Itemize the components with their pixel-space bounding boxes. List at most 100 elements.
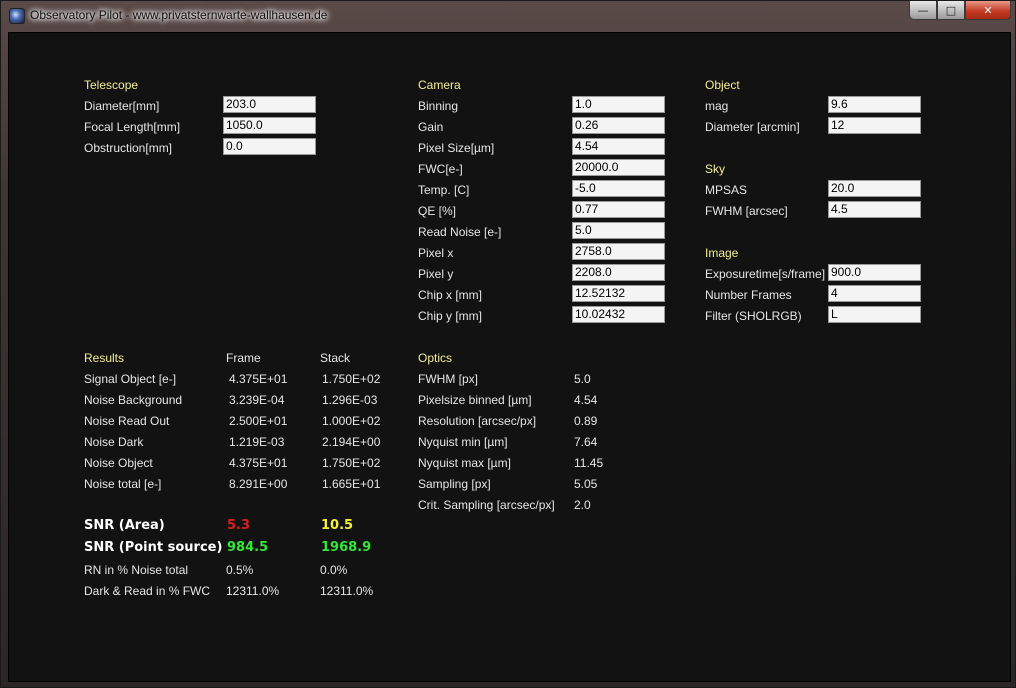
- obstruction-label: Obstruction[mm]: [84, 141, 173, 155]
- optics-value: 7.64: [574, 435, 598, 449]
- filter-input[interactable]: L: [828, 306, 921, 323]
- result-stack-value: 1.665E+01: [322, 477, 381, 491]
- result-stack-value: 2.194E+00: [322, 435, 381, 449]
- maximize-button[interactable]: □: [937, 1, 965, 20]
- snr-point-label: SNR (Point source): [84, 540, 223, 555]
- result-frame-value: 8.291E+00: [229, 477, 288, 491]
- result-frame-value: 2.500E+01: [229, 414, 288, 428]
- result-frame-value: 4.375E+01: [229, 372, 288, 386]
- number-frames-input[interactable]: 4: [828, 285, 921, 302]
- temp-label: Temp. [C]: [418, 183, 470, 197]
- main-panel: Telescope Diameter[mm] 203.0 Focal Lengt…: [8, 32, 1011, 682]
- mag-label: mag: [705, 99, 729, 113]
- snr-area-label: SNR (Area): [84, 518, 165, 533]
- read-noise-label: Read Noise [e-]: [418, 225, 502, 239]
- fwc-input[interactable]: 20000.0: [572, 159, 665, 176]
- diameter-label: Diameter[mm]: [84, 99, 160, 113]
- title-bar[interactable]: Observatory Pilot - www.privatsternwarte…: [1, 1, 1016, 31]
- telescope-app-icon[interactable]: [9, 8, 25, 24]
- snr-area-stack-value: 10.5: [321, 518, 354, 533]
- dark-read-fwc-frame-value: 12311.0%: [226, 584, 280, 598]
- window-controls: — □ ✕: [909, 1, 1011, 20]
- chip-y-input[interactable]: 10.02432: [572, 306, 665, 323]
- optics-label: Resolution [arcsec/px]: [418, 414, 537, 428]
- snr-point-frame-value: 984.5: [227, 540, 269, 555]
- optics-label: Nyquist min [µm]: [418, 435, 508, 449]
- optics-value: 4.54: [574, 393, 598, 407]
- mpsas-input[interactable]: 20.0: [828, 180, 921, 197]
- result-stack-value: 1.750E+02: [322, 372, 381, 386]
- optics-value: 5.05: [574, 477, 598, 491]
- binning-input[interactable]: 1.0: [572, 96, 665, 113]
- seeing-fwhm-label: FWHM [arcsec]: [705, 204, 788, 218]
- result-frame-value: 1.219E-03: [229, 435, 285, 449]
- optics-value: 11.45: [574, 456, 604, 470]
- frame-column-header: Frame: [226, 351, 261, 365]
- result-label: Noise Background: [84, 393, 183, 407]
- filter-label: Filter (SHOLRGB): [705, 309, 802, 323]
- pixel-y-label: Pixel y: [418, 267, 454, 281]
- rn-percent-label: RN in % Noise total: [84, 563, 189, 577]
- gain-label: Gain: [418, 120, 444, 134]
- sky-header: Sky: [705, 162, 726, 176]
- snr-area-frame-value: 5.3: [227, 518, 251, 533]
- read-noise-input[interactable]: 5.0: [572, 222, 665, 239]
- optics-value: 0.89: [574, 414, 598, 428]
- result-frame-value: 3.239E-04: [229, 393, 285, 407]
- temp-input[interactable]: -5.0: [572, 180, 665, 197]
- exposuretime-input[interactable]: 900.0: [828, 264, 921, 281]
- number-frames-label: Number Frames: [705, 288, 792, 302]
- diameter-input[interactable]: 203.0: [223, 96, 316, 113]
- dark-read-fwc-label: Dark & Read in % FWC: [84, 584, 211, 598]
- object-header: Object: [705, 78, 740, 92]
- pixel-y-input[interactable]: 2208.0: [572, 264, 665, 281]
- optics-value: 5.0: [574, 372, 591, 386]
- optics-label: Sampling [px]: [418, 477, 491, 491]
- mag-input[interactable]: 9.6: [828, 96, 921, 113]
- rn-percent-frame-value: 0.5%: [226, 563, 254, 577]
- chip-x-label: Chip x [mm]: [418, 288, 483, 302]
- minimize-button[interactable]: —: [909, 1, 937, 20]
- rn-percent-stack-value: 0.0%: [320, 563, 348, 577]
- focal-length-label: Focal Length[mm]: [84, 120, 181, 134]
- pixel-size-label: Pixel Size[µm]: [418, 141, 495, 155]
- optics-label: Nyquist max [µm]: [418, 456, 511, 470]
- object-diameter-input[interactable]: 12: [828, 117, 921, 134]
- result-label: Signal Object [e-]: [84, 372, 177, 386]
- qe-label: QE [%]: [418, 204, 457, 218]
- fwc-label: FWC[e-]: [418, 162, 463, 176]
- pixel-x-input[interactable]: 2758.0: [572, 243, 665, 260]
- snr-point-stack-value: 1968.9: [321, 540, 372, 555]
- result-label: Noise Object: [84, 456, 153, 470]
- optics-label: Crit. Sampling [arcsec/px]: [418, 498, 555, 512]
- obstruction-input[interactable]: 0.0: [223, 138, 316, 155]
- window-title: Observatory Pilot - www.privatsternwarte…: [30, 8, 328, 22]
- result-stack-value: 1.296E-03: [322, 393, 378, 407]
- pixel-size-input[interactable]: 4.54: [572, 138, 665, 155]
- close-button[interactable]: ✕: [965, 1, 1011, 20]
- telescope-header: Telescope: [84, 78, 139, 92]
- optics-header: Optics: [418, 351, 453, 365]
- chip-x-input[interactable]: 12.52132: [572, 285, 665, 302]
- gain-input[interactable]: 0.26: [572, 117, 665, 134]
- camera-header: Camera: [418, 78, 461, 92]
- qe-input[interactable]: 0.77: [572, 201, 665, 218]
- optics-label: Pixelsize binned [µm]: [418, 393, 532, 407]
- optics-label: FWHM [px]: [418, 372, 478, 386]
- stack-column-header: Stack: [320, 351, 351, 365]
- result-frame-value: 4.375E+01: [229, 456, 288, 470]
- image-header: Image: [705, 246, 739, 260]
- focal-length-input[interactable]: 1050.0: [223, 117, 316, 134]
- app-window: Observatory Pilot - www.privatsternwarte…: [0, 0, 1016, 688]
- mpsas-label: MPSAS: [705, 183, 748, 197]
- object-diameter-label: Diameter [arcmin]: [705, 120, 800, 134]
- chip-y-label: Chip y [mm]: [418, 309, 483, 323]
- seeing-fwhm-input[interactable]: 4.5: [828, 201, 921, 218]
- binning-label: Binning: [418, 99, 459, 113]
- exposuretime-label: Exposuretime[s/frame]: [705, 267, 826, 281]
- result-stack-value: 1.750E+02: [322, 456, 381, 470]
- pixel-x-label: Pixel x: [418, 246, 454, 260]
- result-label: Noise Read Out: [84, 414, 170, 428]
- result-label: Noise total [e-]: [84, 477, 162, 491]
- optics-value: 2.0: [574, 498, 591, 512]
